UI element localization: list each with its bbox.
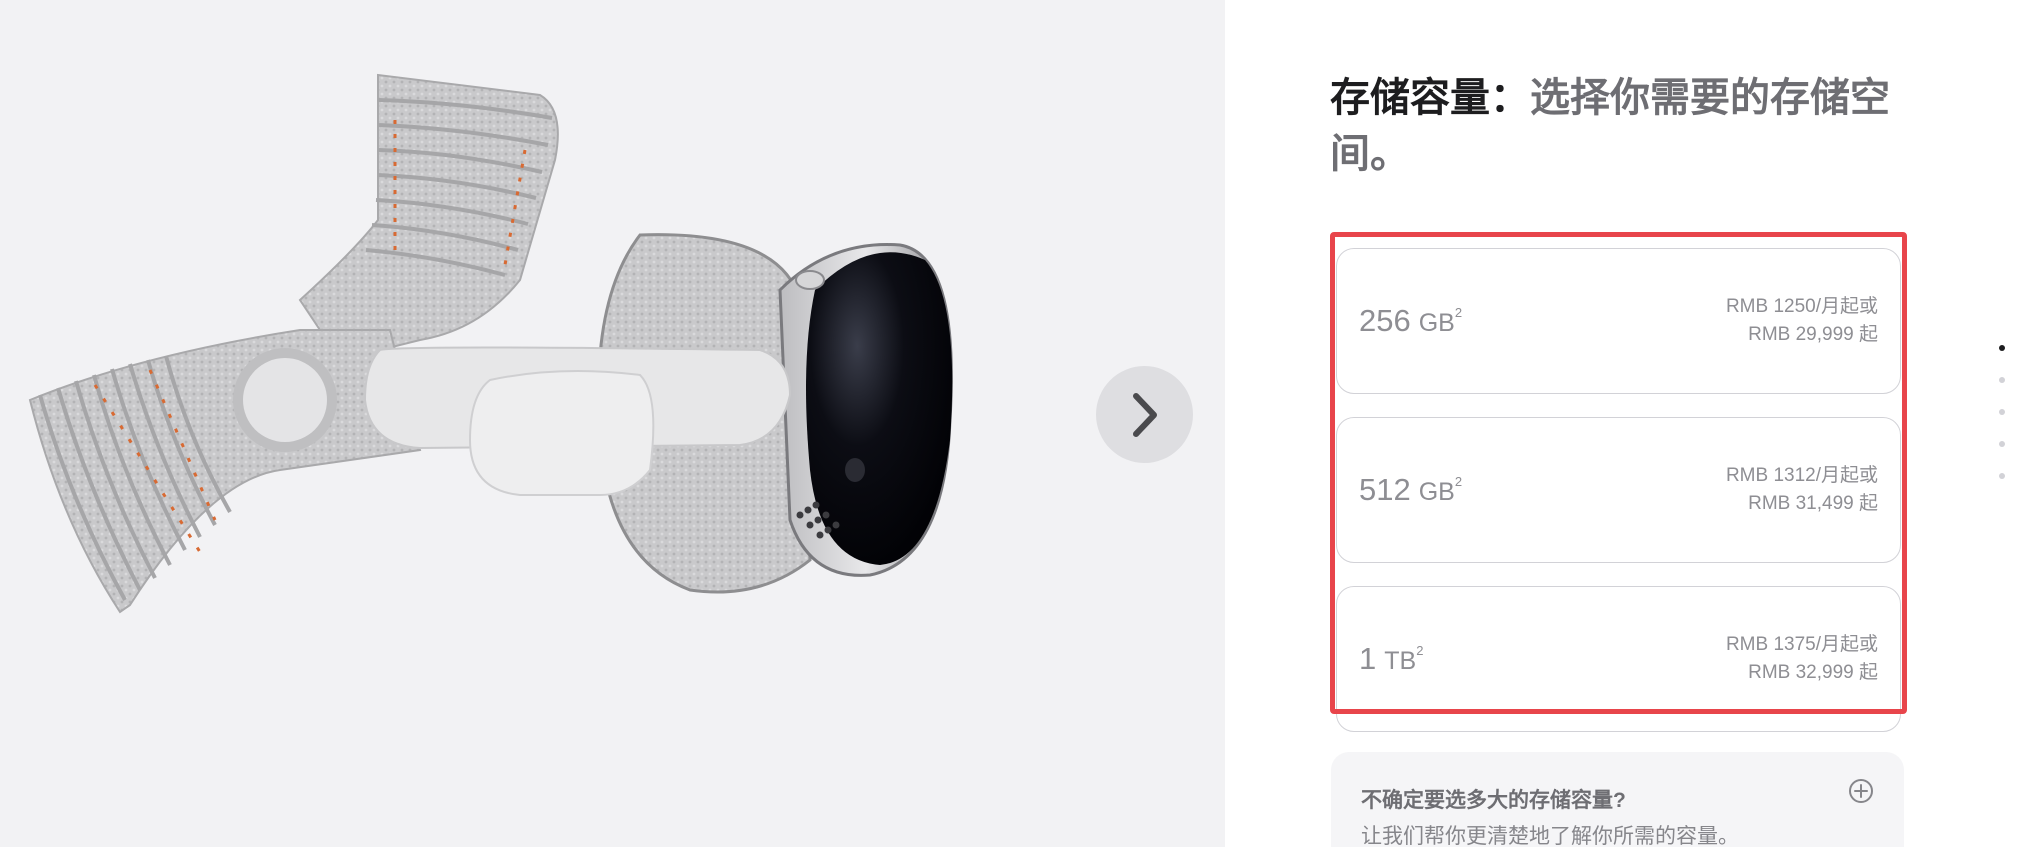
help-title: 不确定要选多大的存储容量? [1361,789,1626,812]
selection-highlight [1330,232,1907,714]
pagination-dot[interactable] [1999,377,2005,383]
storage-help-card[interactable]: 不确定要选多大的存储容量? 让我们帮你更清楚地了解你所需的容量。 [1331,752,1904,847]
section-pagination [1996,345,2008,505]
pagination-dot[interactable] [1999,473,2005,479]
plus-circle-icon[interactable] [1848,778,1874,804]
help-subtitle: 让我们帮你更清楚地了解你所需的容量。 [1361,825,1739,847]
pagination-dot[interactable] [1999,345,2005,351]
next-image-button[interactable] [1096,366,1193,463]
chevron-right-icon [1132,392,1157,437]
section-heading: 存储容量：选择你需要的存储空间。 [1330,70,1890,182]
pagination-dot[interactable] [1999,409,2005,415]
product-image [28,73,953,614]
product-gallery [0,0,1225,847]
heading-strong: 存储容量： [1330,76,1530,120]
pagination-dot[interactable] [1999,441,2005,447]
